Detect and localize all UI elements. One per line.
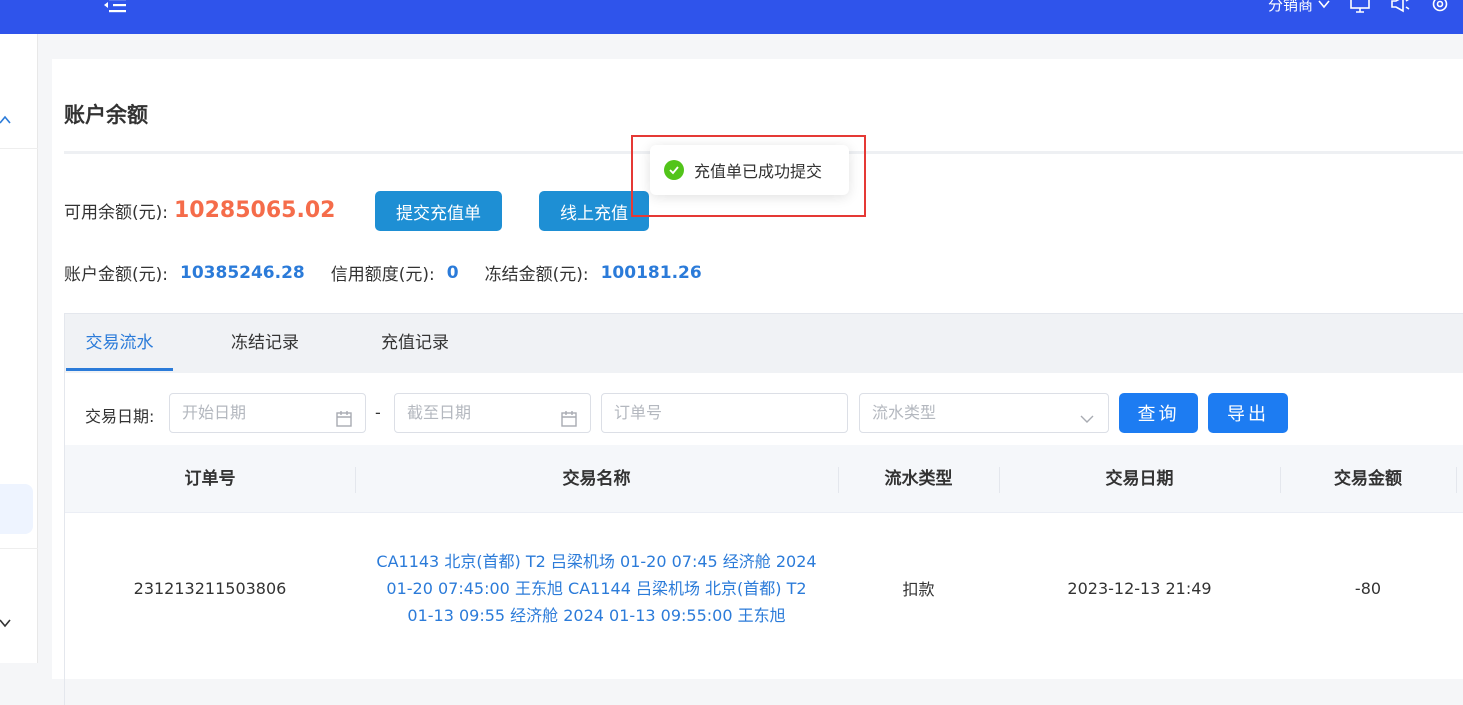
tab-frozen-records[interactable]: 冻结记录 (215, 314, 315, 372)
cell-transaction-date: 2023-12-13 21:49 (999, 513, 1280, 663)
frozen-amount-value: 100181.26 (601, 263, 702, 283)
record-tabs: 交易流水 冻结记录 充值记录 (64, 313, 1463, 373)
top-bar: 分销商 (0, 0, 1463, 34)
cell-order-no: 231213211503806 (65, 513, 355, 663)
chevron-up-icon[interactable] (0, 112, 12, 126)
submit-recharge-button[interactable]: 提交充值单 (375, 191, 502, 231)
table-header: 订单号 交易名称 流水类型 交易日期 交易金额 (65, 445, 1463, 513)
calendar-icon (560, 404, 578, 422)
transactions-table: 订单号 交易名称 流水类型 交易日期 交易金额 231213211503806 … (64, 445, 1463, 705)
column-transaction-amount: 交易金额 (1280, 445, 1456, 513)
query-button[interactable]: 查询 (1119, 393, 1198, 433)
role-dropdown[interactable]: 分销商 (1268, 0, 1331, 15)
chevron-down-icon (1317, 0, 1331, 11)
sidebar-divider (0, 548, 38, 549)
role-label: 分销商 (1268, 0, 1313, 15)
gear-icon[interactable] (1429, 0, 1451, 14)
column-divider (1456, 467, 1457, 493)
sidebar-item-active[interactable] (0, 484, 33, 534)
end-date-input[interactable]: 截至日期 (394, 393, 591, 433)
credit-limit-label: 信用额度(元): (331, 260, 435, 285)
active-tab-indicator (66, 368, 173, 371)
account-amount-label: 账户金额(元): (64, 260, 168, 285)
cell-transaction-name-link[interactable]: CA1143 北京(首都) T2 吕梁机场 01-20 07:45 经济舱 20… (355, 513, 838, 663)
end-date-placeholder: 截至日期 (407, 403, 471, 422)
calendar-icon (335, 404, 353, 422)
megaphone-icon[interactable] (1389, 0, 1411, 14)
column-transaction-name: 交易名称 (355, 445, 838, 513)
available-balance-value: 10285065.02 (174, 198, 335, 223)
page-title: 账户余额 (64, 99, 148, 129)
start-date-input[interactable]: 开始日期 (169, 393, 366, 433)
export-button[interactable]: 导出 (1208, 393, 1288, 433)
column-order-no: 订单号 (65, 445, 355, 513)
tab-recharge-records[interactable]: 充值记录 (365, 314, 465, 372)
available-balance: 可用余额(元): 10285065.02 (64, 190, 335, 230)
filter-bar: 交易日期: 开始日期 - 截至日期 订单号 流水类型 查询 导出 (64, 373, 1463, 445)
column-transaction-date: 交易日期 (999, 445, 1280, 513)
date-filter-label: 交易日期: (85, 403, 154, 427)
date-range-separator: - (375, 403, 381, 422)
account-amount-value: 10385246.28 (180, 263, 305, 283)
credit-limit-value: 0 (447, 263, 459, 283)
frozen-amount-label: 冻结金额(元): (485, 260, 589, 285)
order-number-input[interactable]: 订单号 (601, 393, 848, 433)
flow-type-placeholder: 流水类型 (872, 403, 936, 422)
chevron-down-icon (1078, 404, 1096, 422)
chevron-down-icon[interactable] (0, 615, 12, 629)
cell-transaction-amount: -80 (1280, 513, 1456, 663)
menu-fold-icon[interactable] (102, 0, 128, 16)
sidebar-divider (0, 148, 38, 149)
column-flow-type: 流水类型 (838, 445, 999, 513)
flow-type-select[interactable]: 流水类型 (859, 393, 1109, 433)
sidebar (0, 34, 38, 663)
header-actions: 分销商 (1268, 0, 1463, 16)
highlight-box (631, 135, 866, 217)
tab-transactions[interactable]: 交易流水 (66, 314, 173, 372)
cell-flow-type: 扣款 (838, 513, 999, 663)
start-date-placeholder: 开始日期 (182, 403, 246, 422)
amount-summary: 账户金额(元): 10385246.28 信用额度(元): 0 冻结金额(元):… (64, 260, 728, 285)
available-balance-label: 可用余额(元): (64, 198, 168, 223)
monitor-icon[interactable] (1349, 0, 1371, 14)
order-number-placeholder: 订单号 (614, 403, 662, 422)
